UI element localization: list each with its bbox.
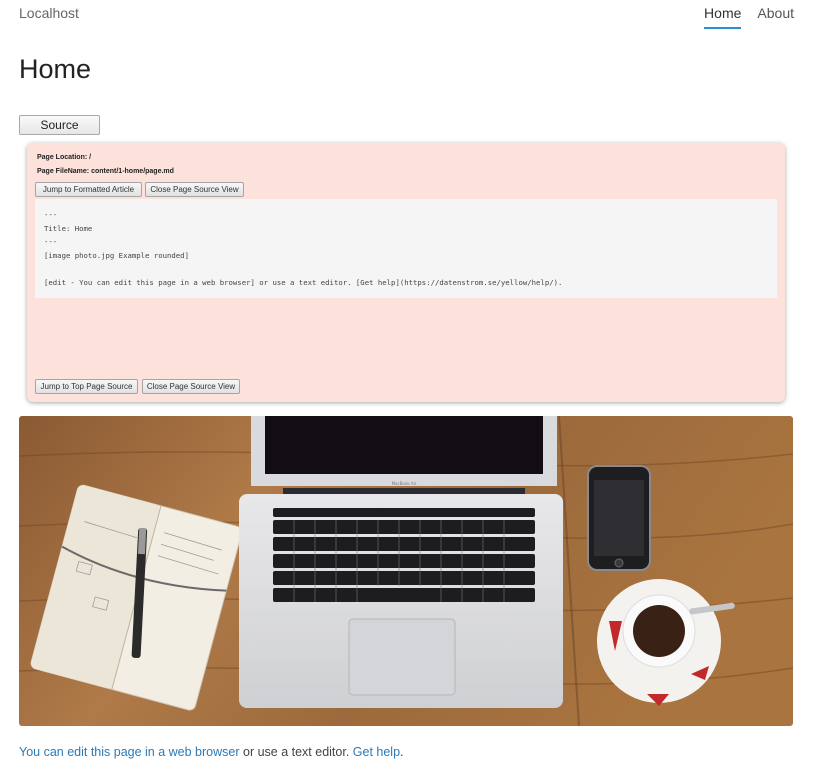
footer-end-text: .: [400, 745, 404, 759]
footer-middle-text: or use a text editor.: [239, 745, 353, 759]
site-header: Localhost Home About: [0, 0, 824, 40]
get-help-link[interactable]: Get help: [353, 745, 400, 759]
phone: [587, 465, 651, 571]
source-button[interactable]: Source: [19, 115, 100, 135]
edit-page-link[interactable]: You can edit this page in a web browser: [19, 745, 240, 759]
page-title: Home: [19, 54, 92, 84]
nav-about[interactable]: About: [757, 5, 794, 29]
laptop: MacBook Air: [239, 416, 563, 708]
page-source-code: --- Title: Home --- [image photo.jpg Exa…: [35, 199, 777, 298]
footer-text: You can edit this page in a web browser …: [19, 745, 404, 759]
close-page-source-view-button-bottom[interactable]: Close Page Source View: [142, 379, 240, 394]
close-page-source-view-button-top[interactable]: Close Page Source View: [145, 182, 244, 197]
main-nav: Home About: [704, 5, 794, 29]
page-location-label: Page Location: /: [37, 154, 92, 161]
page-source-panel: Page Location: / Page FileName: content/…: [27, 143, 785, 402]
example-photo: MacBook Air: [19, 416, 793, 726]
page-filename-label: Page FileName: content/1-home/page.md: [37, 168, 174, 175]
nav-home[interactable]: Home: [704, 5, 742, 29]
jump-to-top-page-source-button[interactable]: Jump to Top Page Source: [35, 379, 138, 394]
jump-to-formatted-article-button[interactable]: Jump to Formatted Article: [35, 182, 142, 197]
laptop-brand-text: MacBook Air: [392, 481, 417, 486]
site-name-link[interactable]: Localhost: [19, 5, 79, 21]
